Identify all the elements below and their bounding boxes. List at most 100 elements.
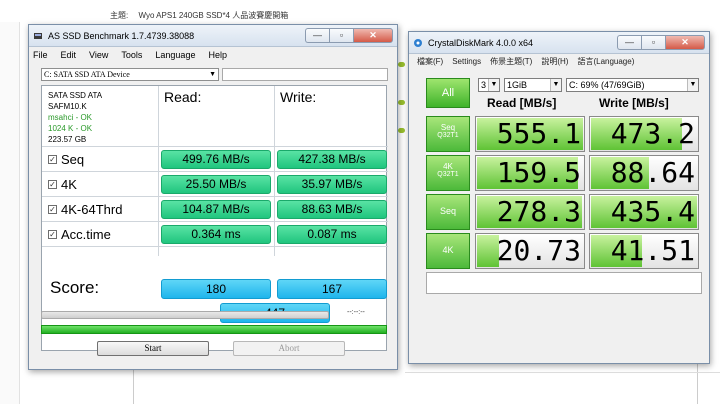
test-button[interactable]: 4K (426, 233, 470, 269)
window-controls: — ▫ ✕ (617, 35, 705, 50)
minimize-button[interactable]: — (617, 35, 641, 50)
chevron-down-icon: ▼ (550, 79, 561, 91)
score-label: Score: (50, 278, 100, 297)
test-label: 4K (443, 162, 453, 171)
4k-64thrd-read-result: 104.87 MB/s (161, 200, 271, 219)
window-controls: — ▫ ✕ (305, 28, 393, 43)
all-button[interactable]: All (426, 78, 470, 108)
read-header: Read: (164, 89, 202, 105)
test-row-4k[interactable]: ✓ 4K (48, 174, 77, 194)
write-header: Write: (280, 89, 317, 105)
checkbox-4k-64thrd[interactable]: ✓ (48, 204, 57, 214)
topic-text: Wyo APS1 240GB SSD*4 人品波賽慶開箱 (138, 11, 289, 20)
crystaldiskmark-window: CrystalDiskMark 4.0.0 x64 — ▫ ✕ 檔案(F) Se… (408, 31, 710, 364)
menu-language[interactable]: Language (155, 50, 195, 60)
read-result: 278.3 (475, 194, 585, 230)
test-label: Seq (61, 151, 85, 167)
test-button[interactable]: Seq (426, 194, 470, 230)
checkbox-seq[interactable]: ✓ (48, 154, 57, 164)
drive-firmware: SAFM10.K (48, 102, 87, 111)
menu-help[interactable]: 說明(H) (541, 56, 568, 67)
bullet-dot (398, 62, 405, 67)
4k-64thrd-write-result: 88.63 MB/s (277, 200, 387, 219)
row-divider (42, 221, 388, 222)
chevron-down-icon: ▼ (687, 79, 698, 91)
test-size-value: 1GiB (507, 80, 528, 90)
read-result-value: 159.5 (496, 156, 581, 189)
drive-select-value: C: 69% (47/69GiB) (569, 80, 645, 90)
write-result: 41.51 (589, 233, 699, 269)
drive-size: 223.57 GB (48, 135, 87, 144)
menu-theme[interactable]: 佈景主題(T) (490, 56, 532, 67)
acc-time-write-result: 0.087 ms (277, 225, 387, 244)
elapsed-time: --:--:-- (347, 309, 365, 316)
drive-select[interactable]: C: SATA SSD ATA Device ▼ (41, 68, 219, 81)
test-size-select[interactable]: 1GiB ▼ (504, 78, 562, 92)
read-result-value: 555.1 (496, 117, 581, 150)
menu-help[interactable]: Help (208, 50, 227, 60)
menu-bar: File Edit View Tools Language Help (29, 47, 397, 62)
drive-select[interactable]: C: 69% (47/69GiB) ▼ (566, 78, 699, 92)
drive-select-value: C: SATA SSD ATA Device (44, 70, 130, 79)
test-label: 4K (442, 245, 454, 255)
cdm-titlebar[interactable]: CrystalDiskMark 4.0.0 x64 — ▫ ✕ (409, 32, 709, 54)
write-result: 435.4 (589, 194, 699, 230)
menu-view[interactable]: View (89, 50, 108, 60)
maximize-button[interactable]: ▫ (329, 28, 353, 43)
bullet-dot (398, 128, 405, 133)
seq-write-result: 427.38 MB/s (277, 150, 387, 169)
desktop: 主題: Wyo APS1 240GB SSD*4 人品波賽慶開箱 AS SSD … (0, 0, 720, 404)
alignment-status: 1024 K - OK (48, 124, 93, 133)
start-button[interactable]: Start (97, 341, 209, 356)
chevron-down-icon: ▼ (209, 70, 216, 78)
drive-info: SATA SSD ATA SAFM10.K msahci - OK 1024 K… (48, 90, 102, 145)
chevron-down-icon: ▼ (488, 79, 499, 91)
app-icon (34, 32, 42, 39)
test-count-value: 3 (481, 80, 487, 90)
abort-button[interactable]: Abort (233, 341, 345, 356)
test-button[interactable]: Seq Q32T1 (426, 116, 470, 152)
menu-language[interactable]: 語言(Language) (577, 56, 634, 67)
comment-field[interactable] (426, 272, 702, 294)
menu-bar: 檔案(F) Settings 佈景主題(T) 說明(H) 語言(Language… (409, 54, 709, 69)
bullet-dot (398, 100, 405, 105)
close-button[interactable]: ✕ (665, 35, 705, 50)
row-divider (42, 196, 388, 197)
menu-settings[interactable]: Settings (452, 57, 481, 66)
write-result: 473.2 (589, 116, 699, 152)
test-row-4k-64thrd[interactable]: ✓ 4K-64Thrd (48, 199, 122, 219)
background-side-panel (0, 22, 20, 404)
test-label: 4K-64Thrd (61, 201, 123, 217)
test-button[interactable]: 4K Q32T1 (426, 155, 470, 191)
read-result: 159.5 (475, 155, 585, 191)
test-row-seq[interactable]: ✓ Seq (48, 149, 84, 169)
total-progress-bar (41, 325, 387, 334)
minimize-button[interactable]: — (305, 28, 329, 43)
test-sublabel: Q32T1 (437, 132, 459, 139)
checkbox-acc-time[interactable]: ✓ (48, 229, 57, 239)
app-icon (414, 38, 422, 47)
window-title: CrystalDiskMark 4.0.0 x64 (428, 37, 534, 48)
close-button[interactable]: ✕ (353, 28, 393, 43)
test-row-acc-time[interactable]: ✓ Acc.time (48, 224, 111, 244)
as-ssd-titlebar[interactable]: AS SSD Benchmark 1.7.4739.38088 — ▫ ✕ (29, 25, 397, 47)
score-write: 167 (277, 279, 387, 299)
menu-tools[interactable]: Tools (121, 50, 142, 60)
row-divider (42, 246, 388, 247)
write-result-value: 473.2 (610, 117, 695, 150)
menu-file[interactable]: 檔案(F) (417, 56, 443, 67)
seq-read-result: 499.76 MB/s (161, 150, 271, 169)
drive-model: SATA SSD ATA (48, 91, 103, 100)
maximize-button[interactable]: ▫ (641, 35, 665, 50)
background-divider (405, 372, 720, 373)
read-result-value: 20.73 (496, 234, 581, 267)
test-count-select[interactable]: 3 ▼ (478, 78, 500, 92)
checkbox-4k[interactable]: ✓ (48, 179, 57, 189)
menu-edit[interactable]: Edit (61, 50, 77, 60)
read-result-value: 278.3 (496, 195, 581, 228)
4k-read-result: 25.50 MB/s (161, 175, 271, 194)
read-result-bar (477, 235, 499, 267)
read-result: 555.1 (475, 116, 585, 152)
menu-file[interactable]: File (33, 50, 48, 60)
background-topic-line: 主題: Wyo APS1 240GB SSD*4 人品波賽慶開箱 (110, 10, 288, 21)
